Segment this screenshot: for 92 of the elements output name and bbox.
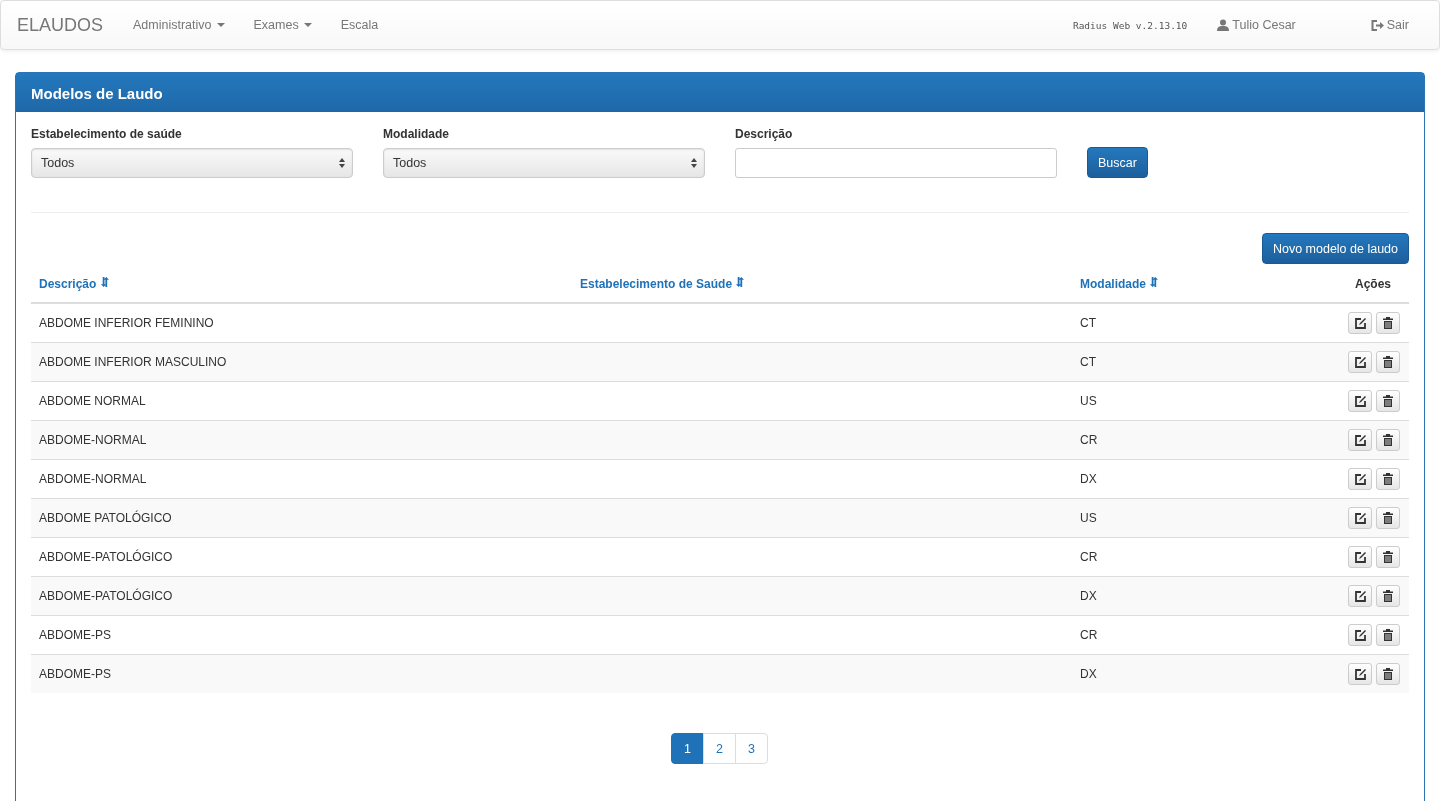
table-cell: ABDOME-NORMAL <box>39 433 147 447</box>
logout-icon <box>1370 19 1384 31</box>
table-cell: ABDOME NORMAL <box>39 394 146 408</box>
new-button[interactable]: Novo modelo de laudo <box>1261 233 1409 264</box>
edit-icon <box>1354 395 1366 407</box>
edit-icon <box>1354 668 1366 680</box>
edit-button[interactable] <box>1348 429 1372 451</box>
sort-icon <box>735 277 747 288</box>
trash-icon <box>1383 512 1393 524</box>
edit-button[interactable] <box>1348 585 1372 607</box>
caret-icon <box>216 23 225 27</box>
search-button[interactable]: Buscar <box>1087 147 1148 178</box>
edit-button[interactable] <box>1348 507 1372 529</box>
table-cell: ABDOME-PS <box>39 628 111 642</box>
table-cell: ABDOME-PATOLÓGICO <box>39 589 173 603</box>
edit-button[interactable] <box>1348 663 1372 685</box>
delete-button[interactable] <box>1376 351 1400 373</box>
page-button[interactable]: 3 <box>735 733 768 764</box>
panel-title: Modelos de Laudo <box>16 73 1424 112</box>
delete-button[interactable] <box>1376 546 1400 568</box>
table-cell: US <box>1080 394 1097 408</box>
table-cell: ABDOME-NORMAL <box>39 472 147 486</box>
table-cell: DX <box>1080 667 1097 681</box>
table-cell: ABDOME PATOLÓGICO <box>39 511 172 525</box>
page-button[interactable]: 2 <box>703 733 736 764</box>
trash-icon <box>1383 473 1393 485</box>
field-label: Descrição <box>735 127 794 141</box>
trash-icon <box>1383 629 1393 641</box>
trash-icon <box>1383 668 1393 680</box>
field-label: Modalidade <box>383 127 450 141</box>
edit-icon <box>1354 473 1366 485</box>
page-button[interactable]: 1 <box>671 733 704 764</box>
table-cell: CR <box>1080 433 1098 447</box>
select-field[interactable]: Todos <box>383 148 705 178</box>
edit-icon <box>1354 512 1366 524</box>
table-cell: ABDOME-PATOLÓGICO <box>39 550 173 564</box>
delete-button[interactable] <box>1376 429 1400 451</box>
sort-icon <box>99 277 111 288</box>
table-cell: DX <box>1080 589 1097 603</box>
column-header[interactable]: Modalidade <box>1080 277 1161 291</box>
edit-icon <box>1354 434 1366 446</box>
edit-button[interactable] <box>1348 351 1372 373</box>
trash-icon <box>1383 395 1393 407</box>
delete-button[interactable] <box>1376 624 1400 646</box>
delete-button[interactable] <box>1376 585 1400 607</box>
column-header[interactable]: Descrição <box>39 277 111 291</box>
table-cell: CR <box>1080 628 1098 642</box>
trash-icon <box>1383 356 1393 368</box>
delete-button[interactable] <box>1376 312 1400 334</box>
table-cell: DX <box>1080 472 1097 486</box>
delete-button[interactable] <box>1376 507 1400 529</box>
updown-icon <box>691 158 697 168</box>
menu-item[interactable]: Exames <box>253 18 312 32</box>
brand-logo[interactable]: ELAUDOS <box>17 14 104 36</box>
menu-item[interactable]: Administrativo <box>133 18 225 32</box>
table-cell: CT <box>1080 355 1096 369</box>
table-cell: US <box>1080 511 1097 525</box>
column-header: Ações <box>1354 277 1391 291</box>
caret-icon <box>303 23 312 27</box>
edit-button[interactable] <box>1348 468 1372 490</box>
delete-button[interactable] <box>1376 390 1400 412</box>
edit-button[interactable] <box>1348 624 1372 646</box>
edit-icon <box>1354 317 1366 329</box>
trash-icon <box>1383 551 1393 563</box>
user-menu[interactable]: Tulio Cesar <box>1217 18 1296 32</box>
table-cell: ABDOME INFERIOR MASCULINO <box>39 355 227 369</box>
table-cell: CT <box>1080 316 1096 330</box>
input-field[interactable] <box>735 148 1057 178</box>
logout-link[interactable]: Sair <box>1370 18 1409 32</box>
table-cell: ABDOME-PS <box>39 667 111 681</box>
updown-icon <box>339 158 345 168</box>
edit-button[interactable] <box>1348 312 1372 334</box>
select-field[interactable]: Todos <box>31 148 353 178</box>
field-label: Estabelecimento de saúde <box>31 127 183 141</box>
trash-icon <box>1383 590 1393 602</box>
edit-icon <box>1354 551 1366 563</box>
trash-icon <box>1383 317 1393 329</box>
delete-button[interactable] <box>1376 468 1400 490</box>
table-cell: ABDOME INFERIOR FEMININO <box>39 316 214 330</box>
user-icon <box>1217 19 1230 31</box>
sort-icon <box>1149 277 1161 288</box>
column-header[interactable]: Estabelecimento de Saúde <box>580 277 747 291</box>
version-text: Radius Web v.2.13.10 <box>1072 19 1188 31</box>
menu-item[interactable]: Escala <box>340 18 379 32</box>
table-cell: CR <box>1080 550 1098 564</box>
trash-icon <box>1383 434 1393 446</box>
edit-button[interactable] <box>1348 390 1372 412</box>
edit-icon <box>1354 356 1366 368</box>
delete-button[interactable] <box>1376 663 1400 685</box>
edit-button[interactable] <box>1348 546 1372 568</box>
edit-icon <box>1354 590 1366 602</box>
edit-icon <box>1354 629 1366 641</box>
